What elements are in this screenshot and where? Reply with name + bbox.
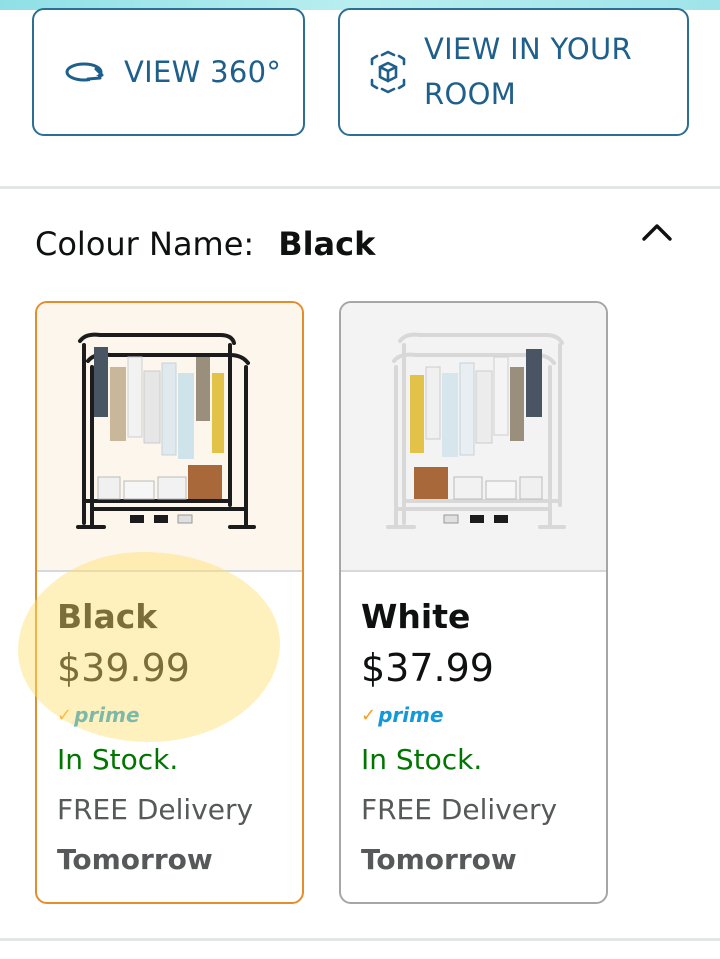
variant-card-black[interactable]: Black $39.99 ✓ prime In Stock. FREE Deli…: [35, 301, 304, 904]
delivery-day: Tomorrow: [361, 843, 517, 876]
prime-badge: ✓ prime: [361, 700, 606, 730]
prime-check-icon: ✓: [361, 704, 377, 726]
variant-price: $39.99: [57, 646, 190, 690]
delivery-day: Tomorrow: [57, 843, 213, 876]
view-in-room-button[interactable]: VIEW IN YOUR ROOM: [338, 8, 689, 136]
section-divider: [0, 186, 720, 189]
delivery-info: FREE Delivery: [57, 793, 254, 826]
product-image-black: [37, 303, 302, 572]
variant-price: $37.99: [361, 646, 494, 690]
stock-status: In Stock.: [361, 743, 483, 776]
variant-card-white[interactable]: White $37.99 ✓ prime In Stock. FREE Deli…: [339, 301, 608, 904]
section-divider-bottom: [0, 938, 720, 941]
colour-name-value: Black: [278, 225, 376, 263]
product-image-white: [341, 303, 606, 572]
delivery-info: FREE Delivery: [361, 793, 558, 826]
ar-cube-icon: [368, 50, 408, 94]
variant-name: Black: [57, 597, 158, 636]
prime-label: prime: [378, 703, 444, 727]
stock-status: In Stock.: [57, 743, 179, 776]
chevron-up-icon[interactable]: [637, 212, 677, 252]
view-360-button[interactable]: VIEW 360°: [32, 8, 305, 136]
prime-check-icon: ✓: [57, 704, 73, 726]
colour-name-label: Colour Name:: [35, 225, 255, 263]
variant-name: White: [361, 597, 471, 636]
rotate-360-icon: [64, 58, 110, 86]
prime-badge: ✓ prime: [57, 700, 302, 730]
view-360-label: VIEW 360°: [124, 54, 282, 89]
colour-name-row: Colour Name: Black: [35, 220, 375, 268]
view-in-room-label: VIEW IN YOUR ROOM: [424, 32, 633, 111]
prime-label: prime: [74, 703, 140, 727]
